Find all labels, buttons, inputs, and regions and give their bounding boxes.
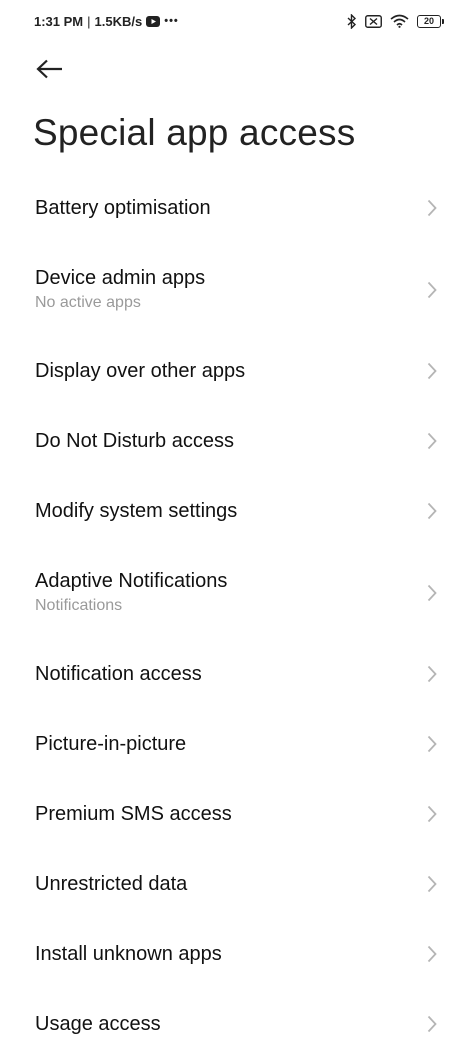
back-button[interactable] <box>28 52 72 86</box>
chevron-right-icon <box>427 502 437 520</box>
list-item-notification-access[interactable]: Notification access <box>0 639 473 709</box>
wifi-icon <box>390 14 409 28</box>
list-item-adaptive-notifications[interactable]: Adaptive Notifications Notifications <box>0 546 473 639</box>
item-title: Picture-in-picture <box>35 733 187 755</box>
chevron-right-icon <box>427 945 437 963</box>
list-item-modify-system-settings[interactable]: Modify system settings <box>0 476 473 546</box>
arrow-left-icon <box>36 59 64 79</box>
list-item-device-admin-apps[interactable]: Device admin apps No active apps <box>0 243 473 336</box>
item-title: Install unknown apps <box>35 943 222 965</box>
list-item-picture-in-picture[interactable]: Picture-in-picture <box>0 709 473 779</box>
list-item-premium-sms-access[interactable]: Premium SMS access <box>0 779 473 849</box>
sim-off-icon <box>365 14 382 28</box>
item-title: Do Not Disturb access <box>35 430 234 452</box>
status-separator: | <box>87 13 91 29</box>
chevron-right-icon <box>427 735 437 753</box>
status-right: 20 <box>347 13 444 29</box>
item-title: Notification access <box>35 663 202 685</box>
item-title: Display over other apps <box>35 360 246 382</box>
chevron-right-icon <box>427 362 437 380</box>
item-title: Device admin apps <box>35 267 206 289</box>
item-title: Unrestricted data <box>35 873 188 895</box>
special-access-list: Battery optimisation Device admin apps N… <box>0 173 473 1059</box>
status-left: 1:31 PM | 1.5KB/s ••• <box>34 14 179 29</box>
chevron-right-icon <box>427 584 437 602</box>
battery-icon: 20 <box>417 14 444 28</box>
page-title: Special app access <box>33 112 356 153</box>
chevron-right-icon <box>427 432 437 450</box>
item-subtitle: No active apps <box>35 294 141 311</box>
list-item-battery-optimisation[interactable]: Battery optimisation <box>0 173 473 243</box>
list-item-install-unknown-apps[interactable]: Install unknown apps <box>0 919 473 989</box>
bluetooth-icon <box>347 13 357 29</box>
network-speed: 1.5KB/s <box>94 13 143 29</box>
chevron-right-icon <box>427 665 437 683</box>
youtube-icon <box>146 15 161 27</box>
item-subtitle: Notifications <box>35 597 123 614</box>
item-title: Premium SMS access <box>35 803 232 825</box>
list-item-usage-access[interactable]: Usage access <box>0 989 473 1059</box>
item-title: Usage access <box>35 1013 161 1035</box>
list-item-do-not-disturb-access[interactable]: Do Not Disturb access <box>0 406 473 476</box>
list-item-unrestricted-data[interactable]: Unrestricted data <box>0 849 473 919</box>
chevron-right-icon <box>427 1015 437 1033</box>
status-bar: 1:31 PM | 1.5KB/s ••• 20 <box>0 0 473 42</box>
chevron-right-icon <box>427 199 437 217</box>
item-title: Modify system settings <box>35 500 238 522</box>
status-time: 1:31 PM <box>34 13 84 29</box>
item-title: Adaptive Notifications <box>35 570 228 592</box>
chevron-right-icon <box>427 281 437 299</box>
item-title: Battery optimisation <box>35 197 211 219</box>
chevron-right-icon <box>427 805 437 823</box>
battery-level: 20 <box>423 15 434 26</box>
list-item-display-over-other-apps[interactable]: Display over other apps <box>0 336 473 406</box>
chevron-right-icon <box>427 875 437 893</box>
more-notifications-icon: ••• <box>164 15 179 27</box>
